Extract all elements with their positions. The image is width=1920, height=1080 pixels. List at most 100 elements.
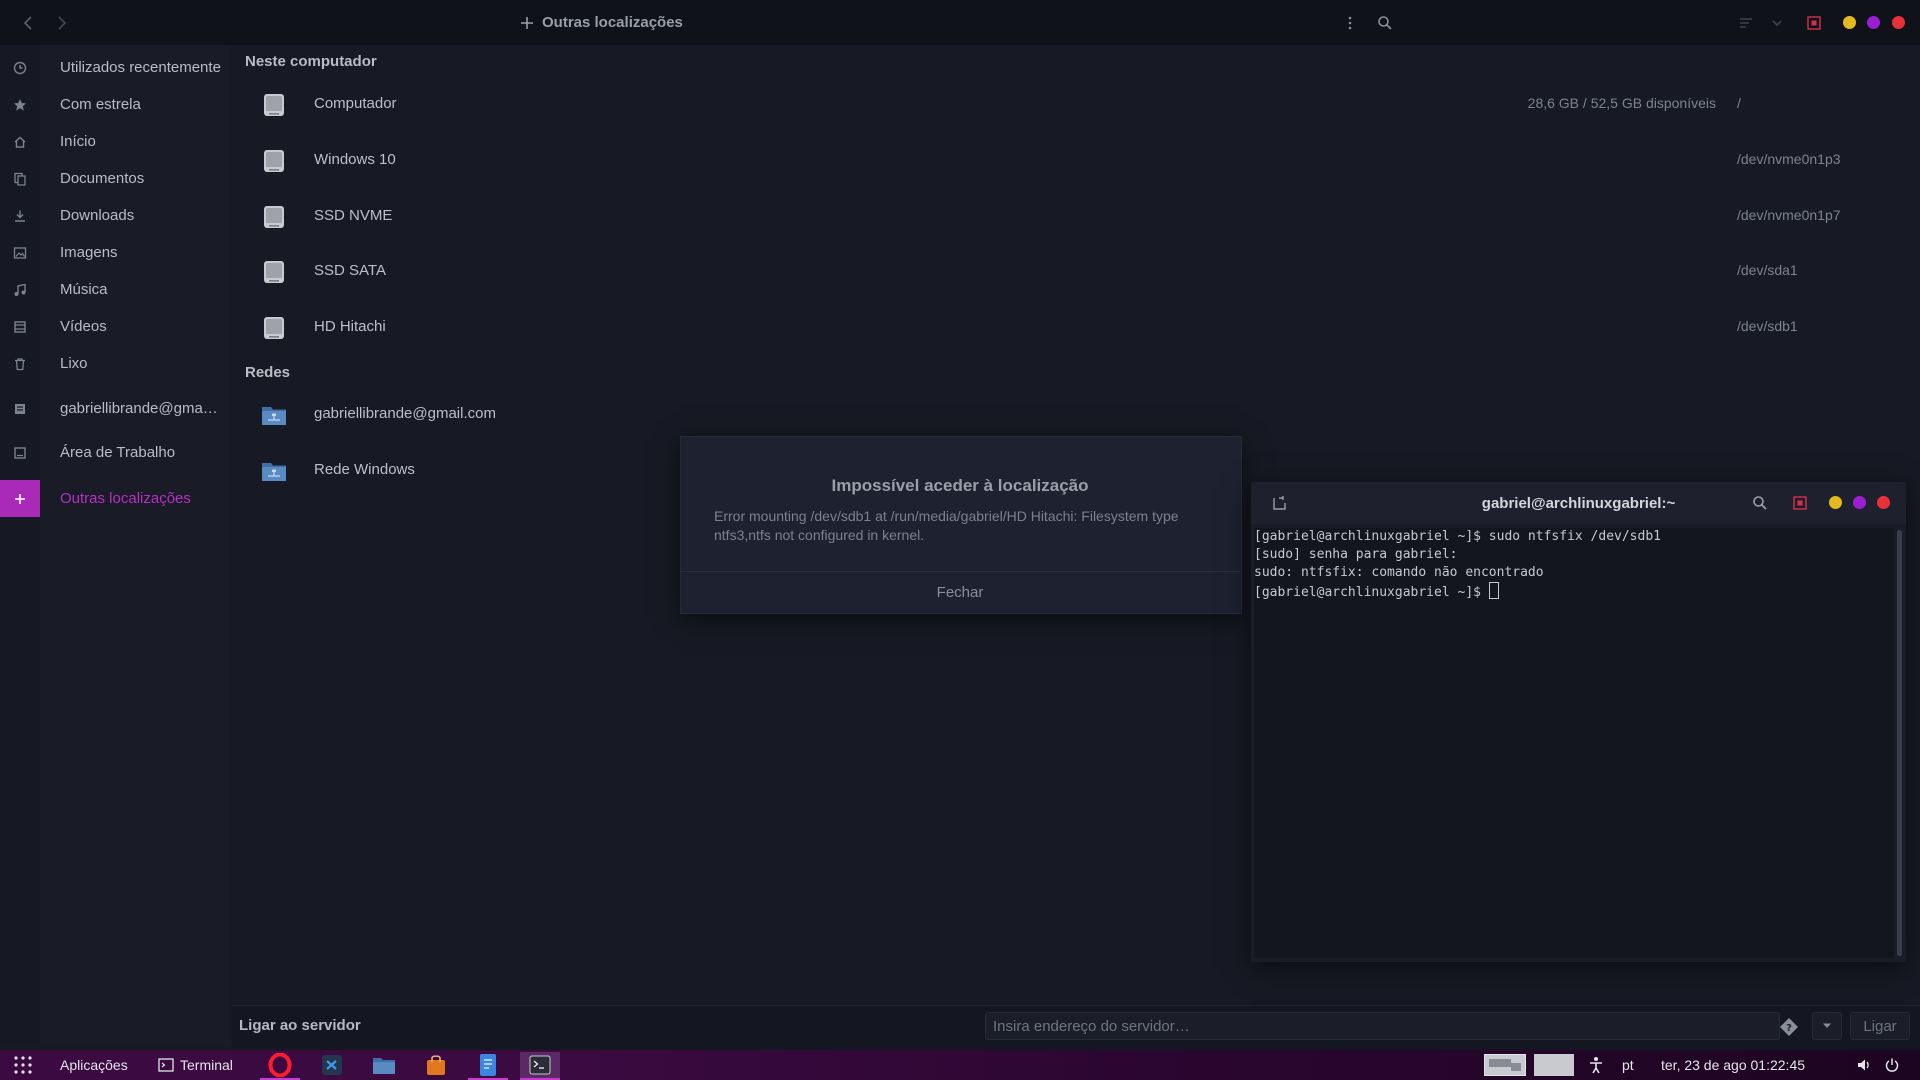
applications-menu[interactable]: Aplicações [60, 1050, 128, 1080]
place-path: /dev/nvme0n1p3 [1737, 151, 1841, 167]
place-row-ssd-sata[interactable]: SSD SATA /dev/sda1 [232, 247, 1920, 297]
terminal-search-button[interactable] [1751, 494, 1769, 512]
sidebar-item-label: Lixo [60, 355, 88, 372]
search-icon [1378, 16, 1392, 30]
app-grid-icon [14, 1056, 32, 1074]
new-tab-button[interactable] [1271, 494, 1289, 512]
dialog-close-button[interactable]: Fechar [680, 572, 1240, 612]
terminal-task-label: Terminal [180, 1057, 233, 1073]
music-icon [11, 281, 29, 299]
sidebar-item-label: Música [60, 281, 108, 298]
sidebar-item-label: Downloads [60, 207, 135, 224]
place-name: SSD NVME [314, 207, 393, 224]
kebab-menu-icon [1348, 16, 1352, 30]
terminal-maximize-button[interactable] [1853, 496, 1866, 509]
place-row-ssd-nvme[interactable]: SSD NVME /dev/nvme0n1p7 [232, 192, 1920, 242]
place-row-windows10[interactable]: Windows 10 /dev/nvme0n1p3 [232, 136, 1920, 186]
close-button[interactable] [1892, 16, 1905, 29]
terminal-close-button[interactable] [1877, 496, 1890, 509]
section-title-networks: Redes [245, 364, 291, 381]
place-row-computer[interactable]: Computador 28,6 GB / 52,5 GB disponíveis… [232, 80, 1920, 130]
terminal-prompt-line: [gabriel@archlinuxgabriel ~]$ [1254, 582, 1894, 600]
place-name: HD Hitachi [314, 318, 386, 335]
maximize-button[interactable] [1867, 16, 1880, 29]
sidebar-item-home[interactable]: Início [0, 123, 230, 160]
clock-icon [11, 59, 29, 77]
chevron-right-icon [58, 16, 67, 30]
place-row-hd-hitachi[interactable]: HD Hitachi /dev/sdb1 [232, 303, 1920, 353]
place-path: /dev/sdb1 [1737, 318, 1798, 334]
sidebar-item-trash[interactable]: Lixo [0, 345, 230, 382]
terminal-line: [sudo] senha para gabriel: [1254, 547, 1458, 562]
place-row-network-gmail[interactable]: gabriellibrande@gmail.com [232, 390, 1920, 440]
volume-button[interactable] [1856, 1057, 1872, 1073]
search-icon [1753, 496, 1767, 510]
sidebar-item-other-locations[interactable]: Outras localizações [0, 480, 230, 517]
plus-icon [521, 16, 533, 29]
volume-icon [1858, 1059, 1869, 1071]
dialog-title: Impossível aceder à localização [831, 476, 1089, 495]
sidebar-item-recent[interactable]: Utilizados recentemente [0, 49, 230, 86]
workspace-1[interactable] [1484, 1054, 1526, 1076]
sidebar-item-network-drive[interactable]: gabriellibrande@gma… [0, 390, 230, 427]
menu-button[interactable] [1339, 12, 1361, 34]
terminal-scrollbar[interactable] [1897, 530, 1902, 956]
keyboard-language[interactable]: pt [1622, 1050, 1634, 1080]
code-editor-icon [322, 1055, 342, 1075]
back-button[interactable] [14, 11, 44, 35]
header-bar [0, 0, 1920, 45]
sidebar-item-documents[interactable]: Documentos [0, 160, 230, 197]
app-grid-button[interactable] [12, 1055, 34, 1075]
opera-icon [268, 1053, 292, 1077]
sidebar-item-starred[interactable]: Com estrela [0, 86, 230, 123]
document-icon [480, 1054, 496, 1076]
sidebar-item-label: Com estrela [60, 96, 141, 113]
search-button[interactable] [1374, 12, 1396, 34]
sidebar-item-label: Utilizados recentemente [60, 59, 221, 76]
image-icon [11, 244, 29, 262]
accessibility-button[interactable] [1588, 1055, 1604, 1075]
network-drive-icon [11, 400, 29, 418]
terminal-line: sudo: ntfsfix: comando não encontrado [1254, 565, 1544, 580]
view-dropdown-button[interactable] [1766, 12, 1788, 34]
sidebar-item-downloads[interactable]: Downloads [0, 197, 230, 234]
files-launcher[interactable] [364, 1052, 404, 1078]
folder-icon [373, 1058, 395, 1074]
forward-button[interactable] [46, 11, 76, 35]
terminal-task[interactable]: Terminal [158, 1050, 233, 1080]
sidebar-item-label: Início [60, 133, 96, 150]
sidebar-item-desktop[interactable]: Área de Trabalho [0, 434, 230, 471]
sidebar-item-music[interactable]: Música [0, 271, 230, 308]
terminal-record-button[interactable] [1791, 494, 1809, 512]
screenshot-button[interactable] [1803, 12, 1825, 34]
clock[interactable]: ter, 23 de ago 01:22:45 [1661, 1050, 1805, 1080]
workspace-2[interactable] [1534, 1054, 1574, 1076]
document-icon [11, 170, 29, 188]
opera-launcher[interactable] [260, 1052, 300, 1080]
server-address-input[interactable] [985, 1012, 1780, 1040]
vscode-launcher[interactable] [312, 1052, 352, 1078]
view-options-button[interactable] [1735, 12, 1757, 34]
recent-servers-dropdown[interactable] [1812, 1012, 1842, 1040]
terminal-launcher[interactable] [520, 1052, 560, 1080]
terminal-minimize-button[interactable] [1829, 496, 1842, 509]
video-icon [11, 318, 29, 336]
power-button[interactable] [1884, 1057, 1900, 1073]
star-icon [11, 96, 29, 114]
sidebar-item-videos[interactable]: Vídeos [0, 308, 230, 345]
sidebar-item-pictures[interactable]: Imagens [0, 234, 230, 271]
chevron-down-icon [1823, 1023, 1831, 1028]
text-editor-launcher[interactable] [468, 1052, 508, 1080]
connect-button[interactable]: Ligar [1850, 1012, 1910, 1040]
network-folder-icon [260, 457, 288, 485]
software-center-launcher[interactable] [416, 1052, 456, 1078]
terminal-output[interactable]: [gabriel@archlinuxgabriel ~]$ sudo ntfsf… [1254, 528, 1894, 958]
sidebar-item-label: Outras localizações [60, 490, 191, 507]
place-name: Rede Windows [314, 461, 415, 478]
help-diamond-icon: ? [1780, 1018, 1798, 1036]
minimize-button[interactable] [1843, 16, 1856, 29]
place-name: Computador [314, 95, 397, 112]
server-help-button[interactable]: ? [1778, 1016, 1800, 1038]
shopping-bag-icon [427, 1055, 445, 1075]
sidebar-item-label: Vídeos [60, 318, 107, 335]
